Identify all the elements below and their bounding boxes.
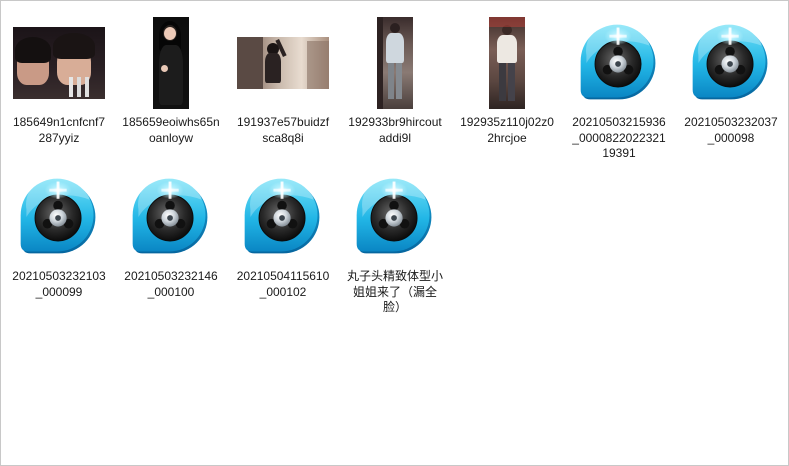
- video-reel-icon: [11, 169, 107, 265]
- photo-image: [237, 37, 329, 89]
- file-item[interactable]: 20210503232037_000098: [675, 13, 787, 167]
- file-item[interactable]: 191937e57buidzfsca8q8i: [227, 13, 339, 167]
- photo-thumbnail-icon: [11, 15, 107, 111]
- photo-thumbnail-icon: [123, 15, 219, 111]
- file-name: 20210503215936_000082202232119391: [572, 115, 666, 160]
- file-grid: 185649n1cnfcnf7287yyiz 185659eoiwhs65noa…: [3, 13, 787, 321]
- file-name: 192933br9hircoutaddi9l: [348, 115, 442, 145]
- file-name: 20210504115610_000102: [236, 269, 330, 299]
- file-item[interactable]: 丸子头精致体型小姐姐来了（漏全脸）: [339, 167, 451, 321]
- photo-image: [377, 17, 413, 109]
- file-item[interactable]: 20210503215936_000082202232119391: [563, 13, 675, 167]
- file-name: 丸子头精致体型小姐姐来了（漏全脸）: [346, 269, 443, 314]
- photo-thumbnail-icon: [235, 15, 331, 111]
- video-reel-icon: [683, 15, 779, 111]
- video-reel-icon: [123, 169, 219, 265]
- photo-image: [153, 17, 189, 109]
- photo-thumbnail-icon: [459, 15, 555, 111]
- photo-image: [489, 17, 525, 109]
- video-reel-icon: [347, 169, 443, 265]
- file-name: 192935z110j02z02hrcjoe: [460, 115, 554, 145]
- photo-thumbnail-icon: [347, 15, 443, 111]
- file-name: 20210503232037_000098: [684, 115, 778, 145]
- video-reel-icon: [571, 15, 667, 111]
- file-name: 191937e57buidzfsca8q8i: [236, 115, 330, 145]
- file-name: 185649n1cnfcnf7287yyiz: [12, 115, 106, 145]
- explorer-window: 185649n1cnfcnf7287yyiz 185659eoiwhs65noa…: [0, 0, 789, 466]
- file-name: 20210503232103_000099: [12, 269, 106, 299]
- file-item[interactable]: 20210503232103_000099: [3, 167, 115, 321]
- file-item[interactable]: 20210504115610_000102: [227, 167, 339, 321]
- file-item[interactable]: 192933br9hircoutaddi9l: [339, 13, 451, 167]
- file-item[interactable]: 185649n1cnfcnf7287yyiz: [3, 13, 115, 167]
- file-item[interactable]: 185659eoiwhs65noanloyw: [115, 13, 227, 167]
- file-name: 185659eoiwhs65noanloyw: [122, 115, 220, 145]
- file-item[interactable]: 192935z110j02z02hrcjoe: [451, 13, 563, 167]
- file-name: 20210503232146_000100: [124, 269, 218, 299]
- photo-image: [13, 27, 105, 99]
- video-reel-icon: [235, 169, 331, 265]
- file-item[interactable]: 20210503232146_000100: [115, 167, 227, 321]
